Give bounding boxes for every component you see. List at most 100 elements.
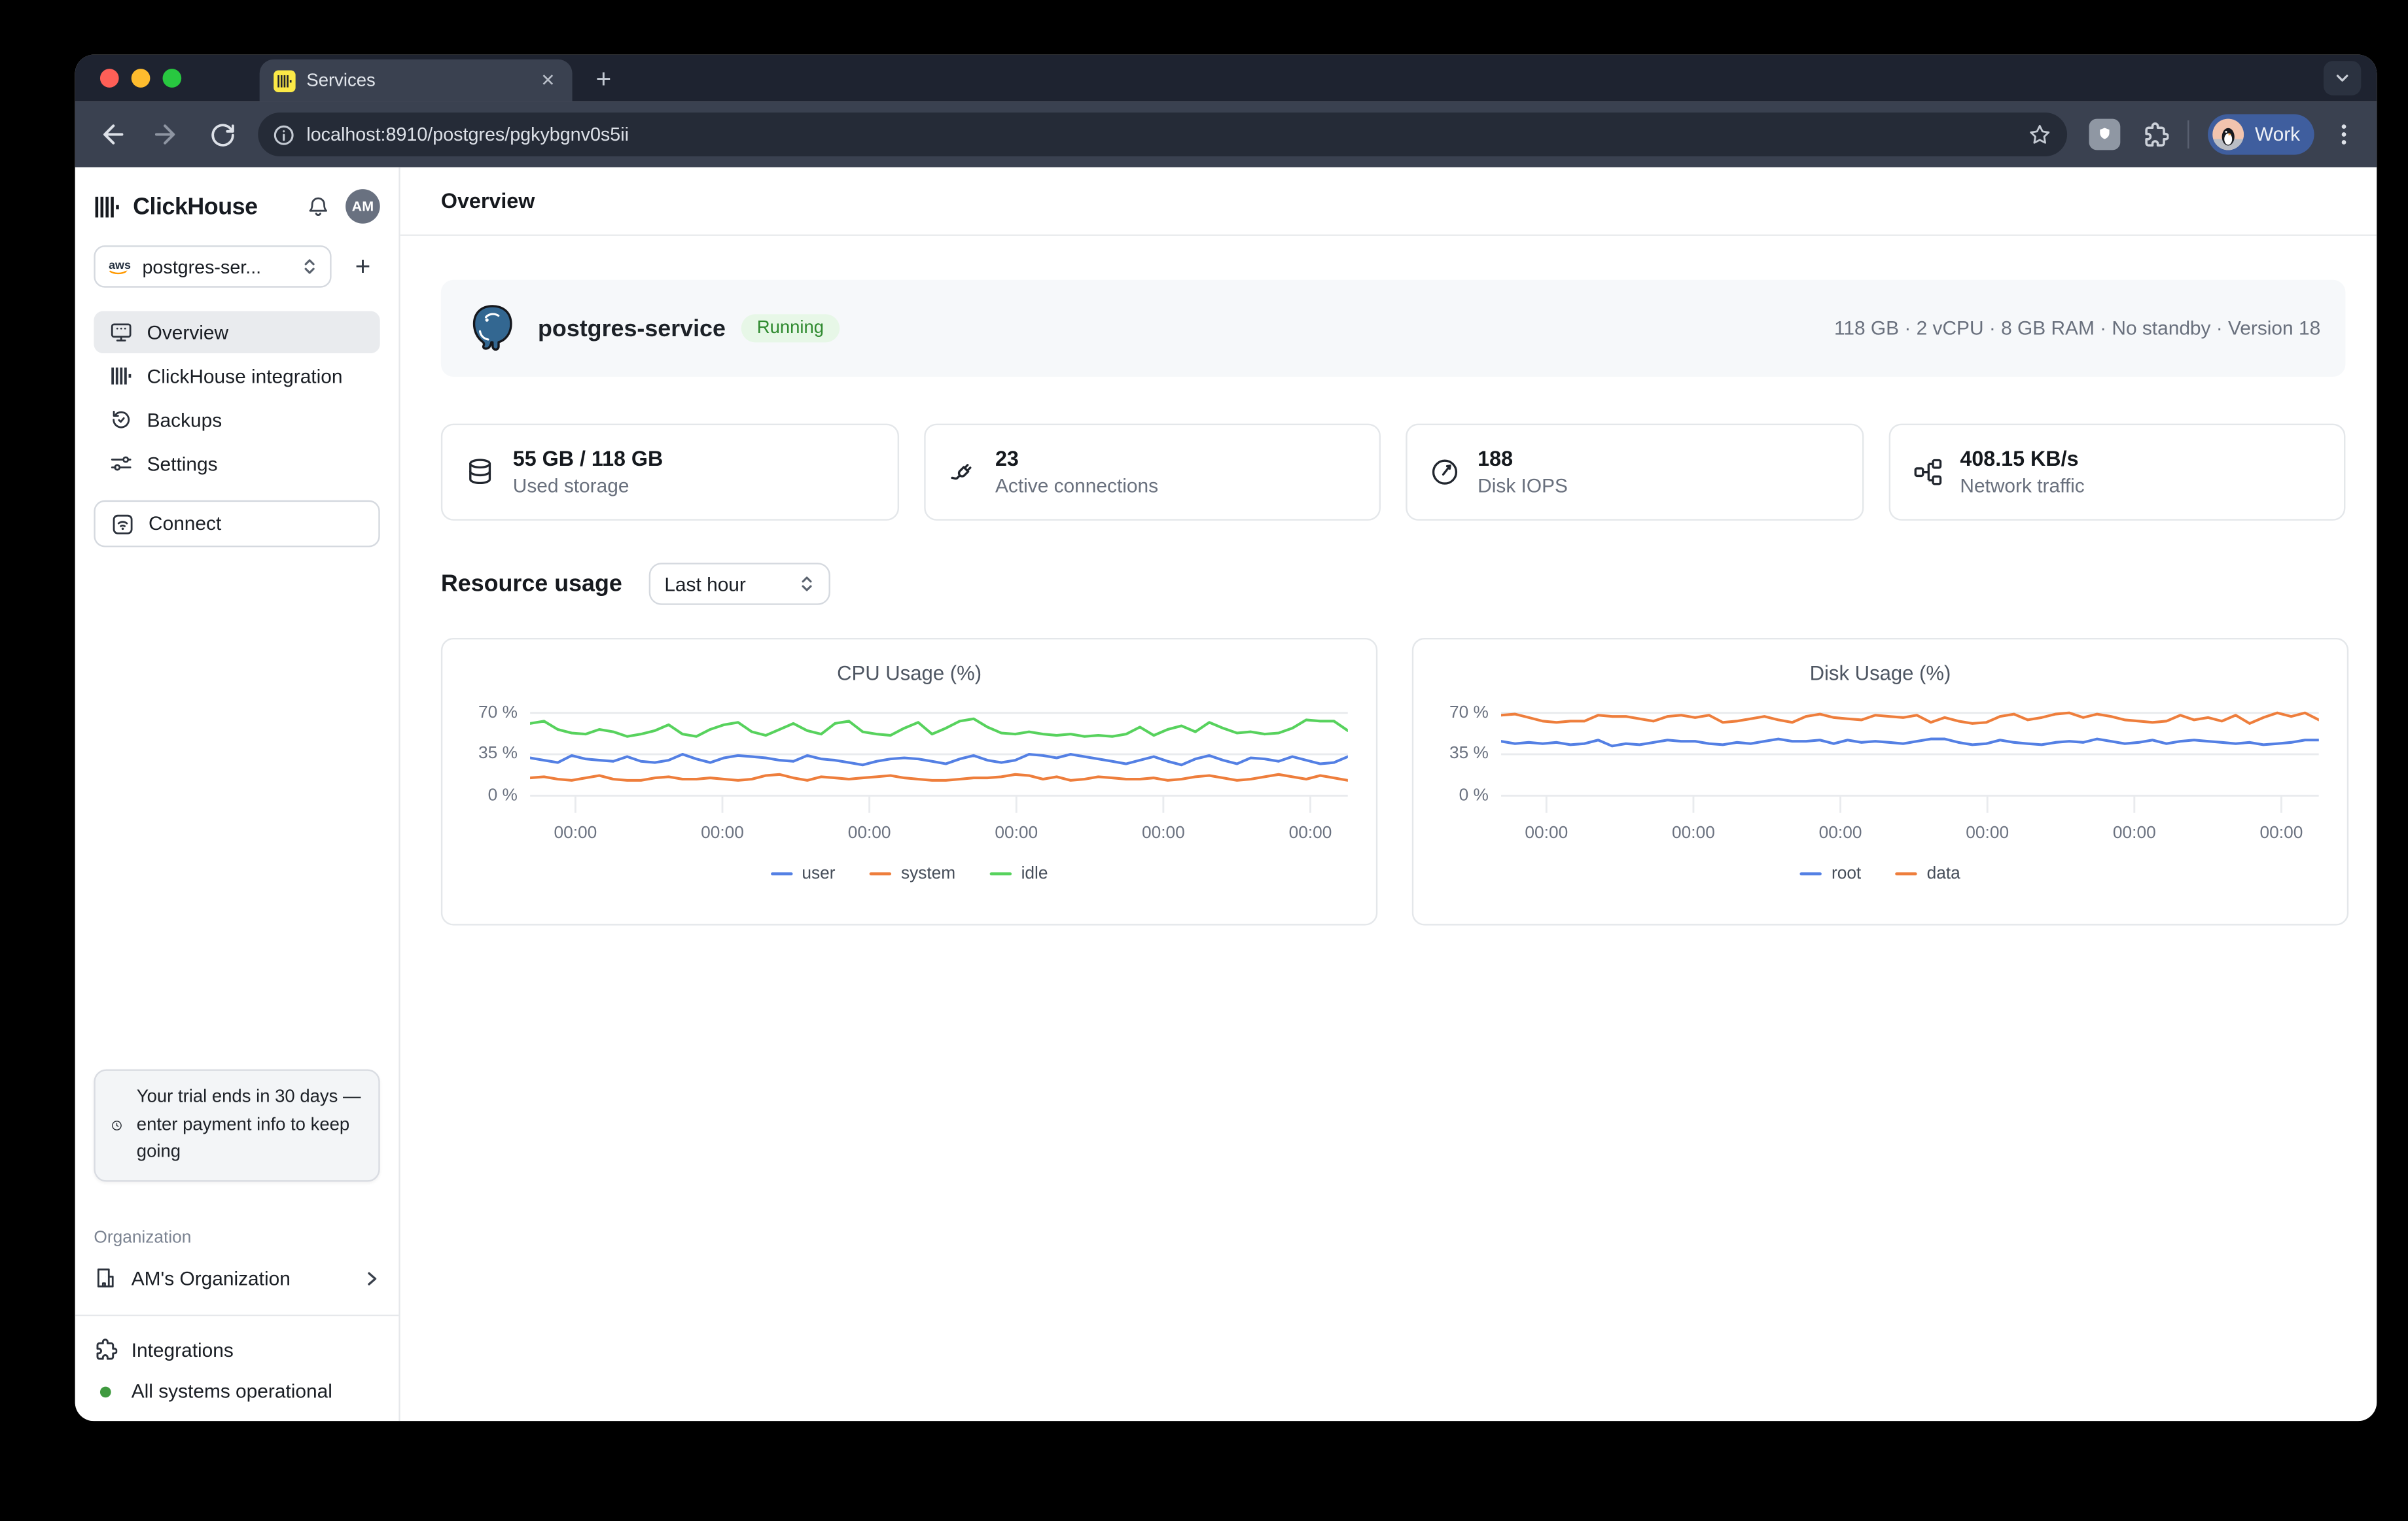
zoom-window-button[interactable] xyxy=(163,69,182,88)
sliders-icon xyxy=(109,452,133,476)
extensions-button[interactable] xyxy=(2142,121,2169,148)
legend-swatch-icon xyxy=(990,872,1012,876)
page-body: postgres-service Running 118 GB · 2 vCPU… xyxy=(400,236,2377,926)
user-avatar[interactable]: AM xyxy=(345,189,380,224)
legend-item: data xyxy=(1896,864,1960,883)
chevron-right-icon xyxy=(364,1270,380,1286)
reload-button[interactable] xyxy=(209,121,236,148)
sidebar-item-clickhouse-integration[interactable]: ClickHouse integration xyxy=(94,355,380,397)
stat-value: 188 xyxy=(1478,446,1568,472)
notifications-button[interactable] xyxy=(306,195,330,219)
sidebar-nav: Overview ClickHouse integration Backups … xyxy=(94,311,380,485)
service-selector[interactable]: aws postgres-ser... xyxy=(94,245,331,288)
x-tick-label: 00:00 xyxy=(1142,824,1185,843)
x-axis-labels: 00:0000:0000:0000:0000:0000:00 xyxy=(530,818,1348,849)
tab-search-button[interactable] xyxy=(2324,61,2361,96)
series-line-idle xyxy=(530,719,1348,737)
sidebar-item-backups[interactable]: Backups xyxy=(94,398,380,441)
main-content: Overview postgres-service Running 118 GB… xyxy=(400,167,2377,1421)
chevron-updown-icon xyxy=(799,575,815,592)
x-tick-label: 00:00 xyxy=(701,824,744,843)
close-tab-icon[interactable]: ✕ xyxy=(538,71,559,91)
profile-name: Work xyxy=(2255,124,2300,145)
x-axis-labels: 00:0000:0000:0000:0000:0000:00 xyxy=(1501,818,2319,849)
puzzle-icon xyxy=(2142,121,2169,148)
cpu-usage-chart-card: CPU Usage (%) 70 % 35 % 0 % 00:0000:0000… xyxy=(441,638,1377,926)
close-window-button[interactable] xyxy=(100,69,119,88)
url-bar[interactable]: localhost:8910/postgres/pgkybgnv0s5ii xyxy=(258,113,2067,156)
back-button[interactable] xyxy=(97,120,125,149)
connect-icon xyxy=(111,512,135,536)
shield-icon xyxy=(2095,125,2114,144)
y-tick-label: 0 % xyxy=(488,786,518,805)
legend-swatch-icon xyxy=(771,872,792,876)
add-service-button[interactable]: + xyxy=(355,253,371,280)
app-area: ClickHouse AM aws postgres-ser... + xyxy=(75,167,2377,1421)
resource-usage-row: Resource usage Last hour xyxy=(441,563,2346,605)
system-status-link[interactable]: All systems operational xyxy=(94,1380,380,1402)
postgresql-logo xyxy=(466,302,519,355)
bookmark-star-icon[interactable] xyxy=(2028,123,2051,147)
sidebar-item-settings[interactable]: Settings xyxy=(94,442,380,485)
charts-row: CPU Usage (%) 70 % 35 % 0 % 00:0000:0000… xyxy=(441,638,2346,926)
page-title: Overview xyxy=(441,189,535,213)
status-badge: Running xyxy=(741,314,840,342)
time-range-select[interactable]: Last hour xyxy=(648,563,830,605)
legend-item: idle xyxy=(990,864,1048,883)
disk-usage-chart-card: Disk Usage (%) 70 % 35 % 0 % 00:0000:000… xyxy=(1412,638,2348,926)
organization-row[interactable]: AM's Organization xyxy=(94,1267,380,1290)
x-tick-label: 00:00 xyxy=(1672,824,1715,843)
legend-swatch-icon xyxy=(870,872,891,876)
sidebar-divider xyxy=(75,1315,399,1316)
connect-button[interactable]: Connect xyxy=(94,500,380,548)
integrations-link[interactable]: Integrations xyxy=(94,1338,380,1362)
browser-window: Services ✕ + localhost:8910/postgres/pgk… xyxy=(75,55,2377,1422)
connect-label: Connect xyxy=(149,513,221,534)
site-info-icon[interactable] xyxy=(274,124,294,145)
stat-card-disk-iops: 188 Disk IOPS xyxy=(1406,424,1863,521)
arrow-right-icon xyxy=(153,120,181,149)
stat-card-active-connections: 23 Active connections xyxy=(923,424,1381,521)
minimize-window-button[interactable] xyxy=(132,69,150,88)
sidebar-item-label: Settings xyxy=(147,453,218,474)
chevron-updown-icon xyxy=(302,258,317,275)
legend-swatch-icon xyxy=(1800,872,1822,876)
browser-menu-button[interactable] xyxy=(2333,122,2354,147)
resource-usage-title: Resource usage xyxy=(441,570,622,597)
profile-chip[interactable]: Work xyxy=(2208,114,2314,154)
network-icon xyxy=(1911,457,1943,488)
profile-avatar xyxy=(2212,119,2244,150)
stat-value: 408.15 KB/s xyxy=(1960,446,2084,472)
forward-button[interactable] xyxy=(153,120,181,149)
organization-section-label: Organization xyxy=(94,1229,380,1248)
toolbar-divider xyxy=(2187,120,2189,149)
y-tick-label: 0 % xyxy=(1459,786,1489,805)
sidebar-item-label: Backups xyxy=(147,409,222,430)
y-tick-label: 35 % xyxy=(1449,744,1489,763)
browser-tab[interactable]: Services ✕ xyxy=(260,60,573,102)
x-tick-label: 00:00 xyxy=(2113,824,2156,843)
status-dot-icon xyxy=(100,1386,111,1397)
integrations-label: Integrations xyxy=(132,1339,234,1361)
stat-value: 55 GB / 118 GB xyxy=(513,446,664,472)
trial-notice: Your trial ends in 30 days — enter payme… xyxy=(94,1070,380,1181)
new-tab-button[interactable]: + xyxy=(595,65,611,92)
screen: Services ✕ + localhost:8910/postgres/pgk… xyxy=(0,0,2408,1521)
sidebar-item-overview[interactable]: Overview xyxy=(94,311,380,354)
penguin-avatar-icon xyxy=(2212,119,2244,150)
history-icon xyxy=(109,408,133,432)
stat-label: Used storage xyxy=(513,474,664,498)
chart-canvas xyxy=(1501,708,2319,817)
shield-extension-icon[interactable] xyxy=(2089,119,2121,150)
building-icon xyxy=(94,1267,117,1290)
legend-item: user xyxy=(771,864,836,883)
database-icon xyxy=(465,457,496,488)
clickhouse-logo-icon xyxy=(277,73,292,88)
service-header-card: postgres-service Running 118 GB · 2 vCPU… xyxy=(441,280,2346,377)
x-tick-label: 00:00 xyxy=(2260,824,2303,843)
aws-logo-icon: aws xyxy=(108,258,133,275)
x-tick-label: 00:00 xyxy=(1289,824,1332,843)
chart-canvas xyxy=(530,708,1348,817)
browser-toolbar: localhost:8910/postgres/pgkybgnv0s5ii Wo… xyxy=(75,101,2377,167)
bell-icon xyxy=(306,195,330,219)
